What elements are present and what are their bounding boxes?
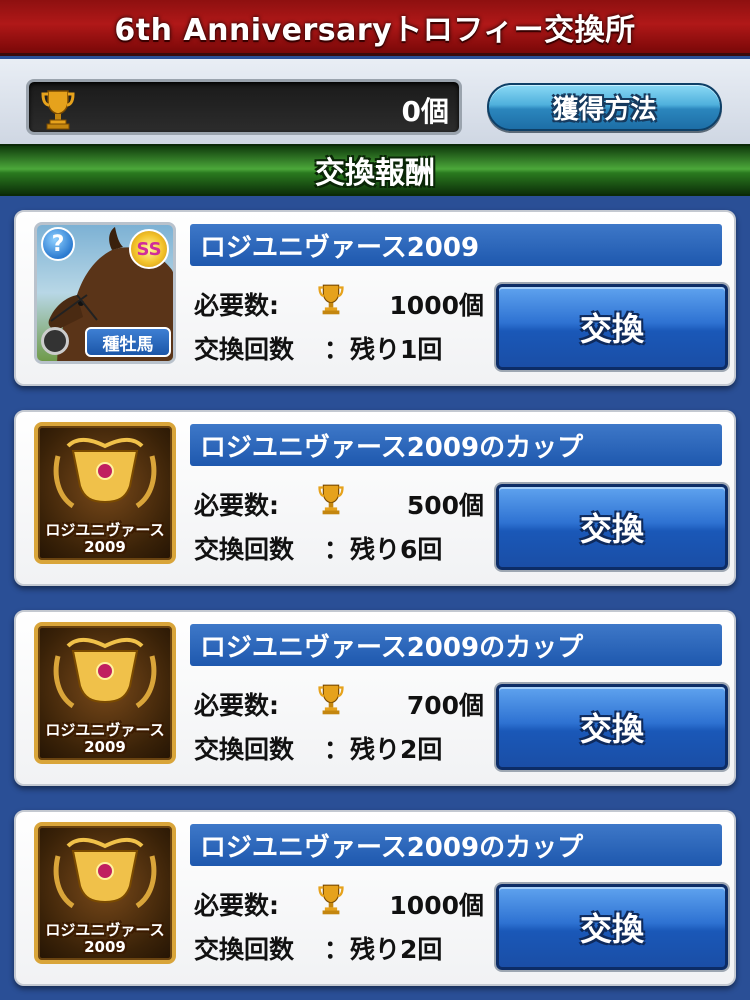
- exchange-button-label: 交換: [579, 710, 644, 748]
- reward-card: ロジユニヴァース 2009 ロジユニヴァース2009のカップ 必要数: 1000…: [14, 810, 736, 986]
- cup-caption-name: ロジユニヴァース: [45, 520, 165, 539]
- cup-thumbnail[interactable]: ロジユニヴァース 2009: [34, 422, 176, 564]
- page-title: 6th Anniversaryトロフィー交換所: [114, 12, 636, 48]
- trophy-icon: [318, 482, 344, 520]
- cup-caption-name: ロジユニヴァース: [45, 920, 165, 939]
- item-name: ロジユニヴァース2009のカップ: [200, 632, 584, 663]
- exchange-count-label: 交換回数: [194, 935, 295, 964]
- rank-badge: SS: [129, 229, 169, 269]
- how-to-obtain-button[interactable]: 獲得方法: [487, 83, 722, 131]
- cup-caption-name: ロジユニヴァース: [45, 720, 165, 739]
- required-label: 必要数:: [194, 891, 279, 920]
- remaining-count: 残り2回: [350, 735, 443, 764]
- stallion-tag: 種牡馬: [85, 327, 171, 357]
- trophy-icon: [318, 682, 344, 720]
- cup-thumbnail[interactable]: ロジユニヴァース 2009: [34, 622, 176, 764]
- trophy-count: 0個: [401, 95, 449, 128]
- item-name-bar: ロジユニヴァース2009のカップ: [190, 824, 722, 866]
- status-circle-icon: [41, 327, 69, 355]
- exchange-button[interactable]: 交換: [496, 684, 728, 770]
- remaining-count: 残り1回: [350, 335, 443, 364]
- title-bar: 6th Anniversaryトロフィー交換所: [0, 0, 750, 56]
- reward-card: ロジユニヴァース 2009 ロジユニヴァース2009のカップ 必要数: 700個…: [14, 610, 736, 786]
- required-label: 必要数:: [194, 691, 279, 720]
- trophy-counter: 0個: [26, 79, 462, 135]
- exchange-count-label: 交換回数: [194, 535, 295, 564]
- remaining-count: 残り6回: [350, 535, 443, 564]
- exchange-button[interactable]: 交換: [496, 284, 728, 370]
- required-value: 700個: [406, 691, 484, 720]
- horse-thumbnail[interactable]: ? SS 種牡馬: [34, 222, 176, 364]
- trophy-icon: [41, 88, 75, 134]
- item-name: ロジユニヴァース2009のカップ: [200, 832, 584, 863]
- cup-caption: ロジユニヴァース 2009: [38, 920, 172, 957]
- item-name-bar: ロジユニヴァース2009: [190, 224, 722, 266]
- colon: ：: [324, 735, 350, 764]
- reward-card: ? SS 種牡馬 ロジユニヴァース2009 必要数: 1000個 交換回数 ： …: [14, 210, 736, 386]
- help-icon[interactable]: ?: [41, 227, 75, 261]
- item-name: ロジユニヴァース2009: [200, 232, 480, 263]
- section-title: 交換報酬: [315, 156, 435, 191]
- cup-thumbnail[interactable]: ロジユニヴァース 2009: [34, 822, 176, 964]
- item-name: ロジユニヴァース2009のカップ: [200, 432, 584, 463]
- required-value: 1000個: [389, 291, 484, 320]
- cup-caption: ロジユニヴァース 2009: [38, 520, 172, 557]
- cup-caption-year: 2009: [84, 537, 126, 556]
- colon: ：: [324, 535, 350, 564]
- section-header: 交換報酬: [0, 144, 750, 196]
- item-name-bar: ロジユニヴァース2009のカップ: [190, 424, 722, 466]
- cup-caption: ロジユニヴァース 2009: [38, 720, 172, 757]
- reward-card: ロジユニヴァース 2009 ロジユニヴァース2009のカップ 必要数: 500個…: [14, 410, 736, 586]
- exchange-button-label: 交換: [579, 510, 644, 548]
- trophy-icon: [318, 882, 344, 920]
- colon: ：: [324, 335, 350, 364]
- exchange-button-label: 交換: [579, 910, 644, 948]
- remaining-count: 残り2回: [350, 935, 443, 964]
- exchange-count-label: 交換回数: [194, 335, 295, 364]
- required-value: 1000個: [389, 891, 484, 920]
- item-name-bar: ロジユニヴァース2009のカップ: [190, 624, 722, 666]
- exchange-button-label: 交換: [579, 310, 644, 348]
- colon: ：: [324, 935, 350, 964]
- exchange-button[interactable]: 交換: [496, 484, 728, 570]
- top-area: 0個 獲得方法: [0, 59, 750, 144]
- exchange-count-label: 交換回数: [194, 735, 295, 764]
- cup-caption-year: 2009: [84, 737, 126, 756]
- how-to-obtain-label: 獲得方法: [552, 94, 657, 125]
- cup-caption-year: 2009: [84, 937, 126, 956]
- required-value: 500個: [406, 491, 484, 520]
- trophy-icon: [318, 282, 344, 320]
- exchange-button[interactable]: 交換: [496, 884, 728, 970]
- reward-list: ? SS 種牡馬 ロジユニヴァース2009 必要数: 1000個 交換回数 ： …: [14, 210, 736, 1000]
- required-label: 必要数:: [194, 491, 279, 520]
- required-label: 必要数:: [194, 291, 279, 320]
